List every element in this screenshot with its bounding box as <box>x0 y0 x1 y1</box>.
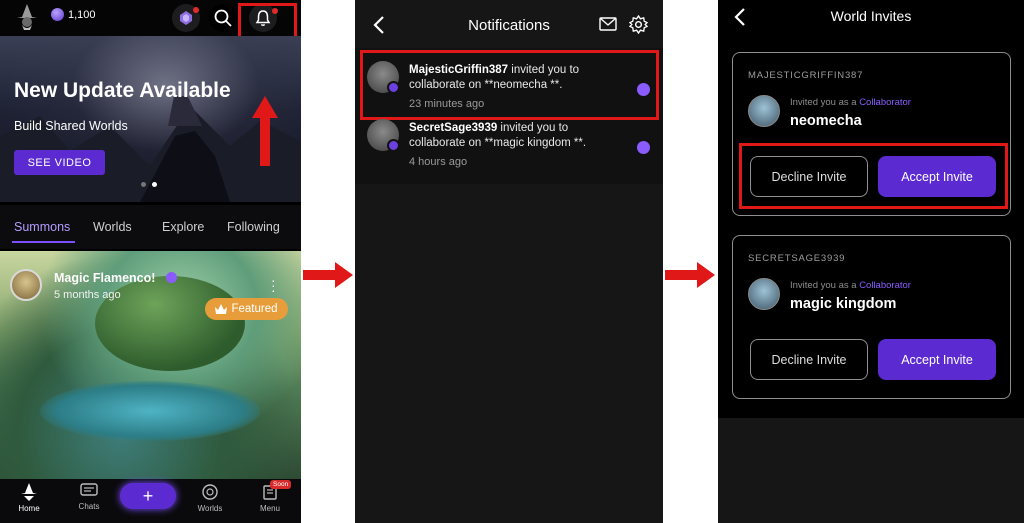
nav-worlds-label: Worlds <box>197 504 223 513</box>
gem-icon <box>51 8 64 21</box>
notification-text: SecretSage3939 invited you to collaborat… <box>409 121 624 151</box>
invite-owner: MAJESTICGRIFFIN387 <box>748 70 864 81</box>
carousel-dots[interactable] <box>141 182 157 187</box>
wizard-hat-icon <box>21 483 37 501</box>
mail-icon[interactable] <box>599 17 617 31</box>
invite-card: SECRETSAGE3939 Invited you as a Collabor… <box>732 235 1011 399</box>
tab-worlds[interactable]: Worlds <box>93 220 132 234</box>
nav-worlds[interactable]: Worlds <box>190 483 230 513</box>
create-button[interactable]: + <box>120 483 176 509</box>
world-badge-icon <box>387 139 400 152</box>
avatar[interactable] <box>10 269 42 301</box>
red-right-arrow <box>665 262 715 288</box>
search-icon <box>214 9 232 27</box>
role-name: Collaborator <box>859 280 911 291</box>
coin-balance[interactable]: 1,100 <box>51 8 96 21</box>
coin-count: 1,100 <box>68 8 96 21</box>
world-name: neomecha <box>790 113 862 129</box>
nav-home[interactable]: Home <box>9 483 49 513</box>
notifications-screen: Notifications MajesticGriffin387 invited… <box>355 0 663 523</box>
hero-banner[interactable]: New Update Available Build Shared Worlds… <box>0 36 301 202</box>
notification-item[interactable]: SecretSage3939 invited you to collaborat… <box>355 110 663 176</box>
nav-chats-label: Chats <box>78 502 100 511</box>
post-author[interactable]: Magic Flamenco! <box>54 271 155 285</box>
role-name: Collaborator <box>859 97 911 108</box>
nav-chats[interactable]: Chats <box>69 483 109 511</box>
tab-explore[interactable]: Explore <box>162 220 204 234</box>
invite-owner: SECRETSAGE3939 <box>748 253 846 264</box>
crown-icon <box>215 304 228 314</box>
globe-icon <box>202 484 218 500</box>
post-time: 5 months ago <box>54 289 121 301</box>
role-prefix: Invited you as a <box>790 97 860 108</box>
feed-card[interactable]: Magic Flamenco! 5 months ago · · · Feature… <box>0 251 301 479</box>
decline-invite-button[interactable]: Decline Invite <box>750 339 868 380</box>
wizard-logo-icon[interactable] <box>14 3 40 31</box>
red-up-arrow <box>252 96 278 166</box>
search-button[interactable] <box>209 4 237 32</box>
orb-notification-dot <box>193 7 199 13</box>
featured-badge: Featured <box>205 298 288 320</box>
red-right-arrow <box>303 262 353 288</box>
tab-summons[interactable]: Summons <box>14 220 70 234</box>
home-screen: 1,100 New Update Available Build Shared … <box>0 0 301 523</box>
nav-menu-label: Menu <box>259 504 280 513</box>
world-avatar <box>748 95 780 127</box>
highlight-box <box>739 143 1008 209</box>
world-invites-screen: World Invites MAJESTICGRIFFIN387 Invited… <box>718 0 1024 523</box>
chat-icon <box>80 483 98 496</box>
carousel-dot[interactable] <box>141 182 146 187</box>
bottom-nav: Home Chats + Worlds Menu Soon <box>0 479 301 523</box>
notification-user: SecretSage3939 <box>409 122 498 134</box>
featured-label: Featured <box>231 303 278 315</box>
empty-area <box>355 184 663 523</box>
world-avatar <box>748 278 780 310</box>
world-name: magic kingdom <box>790 296 897 312</box>
invite-role: Invited you as a Collaborator <box>790 280 911 291</box>
unread-dot <box>637 141 650 154</box>
home-tabs: Summons Worlds Explore Following <box>0 205 301 249</box>
see-video-button[interactable]: SEE VIDEO <box>14 150 105 175</box>
hero-title: New Update Available <box>14 79 231 102</box>
orb-icon <box>180 11 192 25</box>
role-prefix: Invited you as a <box>790 280 860 291</box>
gear-icon[interactable] <box>629 15 648 34</box>
active-tab-indicator <box>12 241 75 243</box>
notification-time: 4 hours ago <box>409 156 468 168</box>
carousel-dot-active[interactable] <box>152 182 157 187</box>
hero-subtitle: Build Shared Worlds <box>14 119 128 133</box>
page-title: World Invites <box>830 8 912 24</box>
tab-following[interactable]: Following <box>227 220 280 234</box>
soon-badge: Soon <box>270 480 292 489</box>
notifications-header: Notifications <box>355 0 663 48</box>
feed-artwork-water <box>40 381 260 441</box>
nav-home-label: Home <box>18 504 40 513</box>
invite-role: Invited you as a Collaborator <box>790 97 911 108</box>
more-options-icon[interactable]: · · · <box>271 273 276 297</box>
empty-area <box>718 418 1024 523</box>
verified-icon <box>166 272 177 283</box>
world-invites-header: World Invites <box>718 0 1024 36</box>
accept-invite-button[interactable]: Accept Invite <box>878 339 996 380</box>
